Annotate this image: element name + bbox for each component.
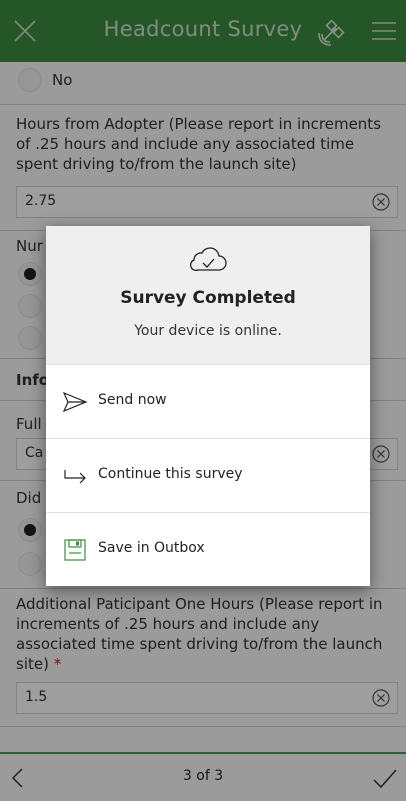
dialog-header: Survey Completed Your device is online. [46, 226, 370, 364]
dialog-title: Survey Completed [120, 288, 296, 308]
dialog-subtitle: Your device is online. [134, 323, 282, 339]
continue-arrow-icon [64, 470, 86, 484]
survey-completed-dialog: Survey Completed Your device is online. … [46, 226, 370, 586]
send-now-label: Send now [98, 392, 167, 408]
save-disk-icon [64, 539, 86, 561]
send-now-option[interactable]: Send now [46, 364, 370, 438]
continue-survey-label: Continue this survey [98, 466, 243, 482]
save-outbox-label: Save in Outbox [98, 540, 205, 556]
send-icon [62, 391, 88, 413]
continue-survey-option[interactable]: Continue this survey [46, 438, 370, 512]
cloud-check-icon [190, 247, 227, 272]
save-outbox-option[interactable]: Save in Outbox [46, 512, 370, 586]
